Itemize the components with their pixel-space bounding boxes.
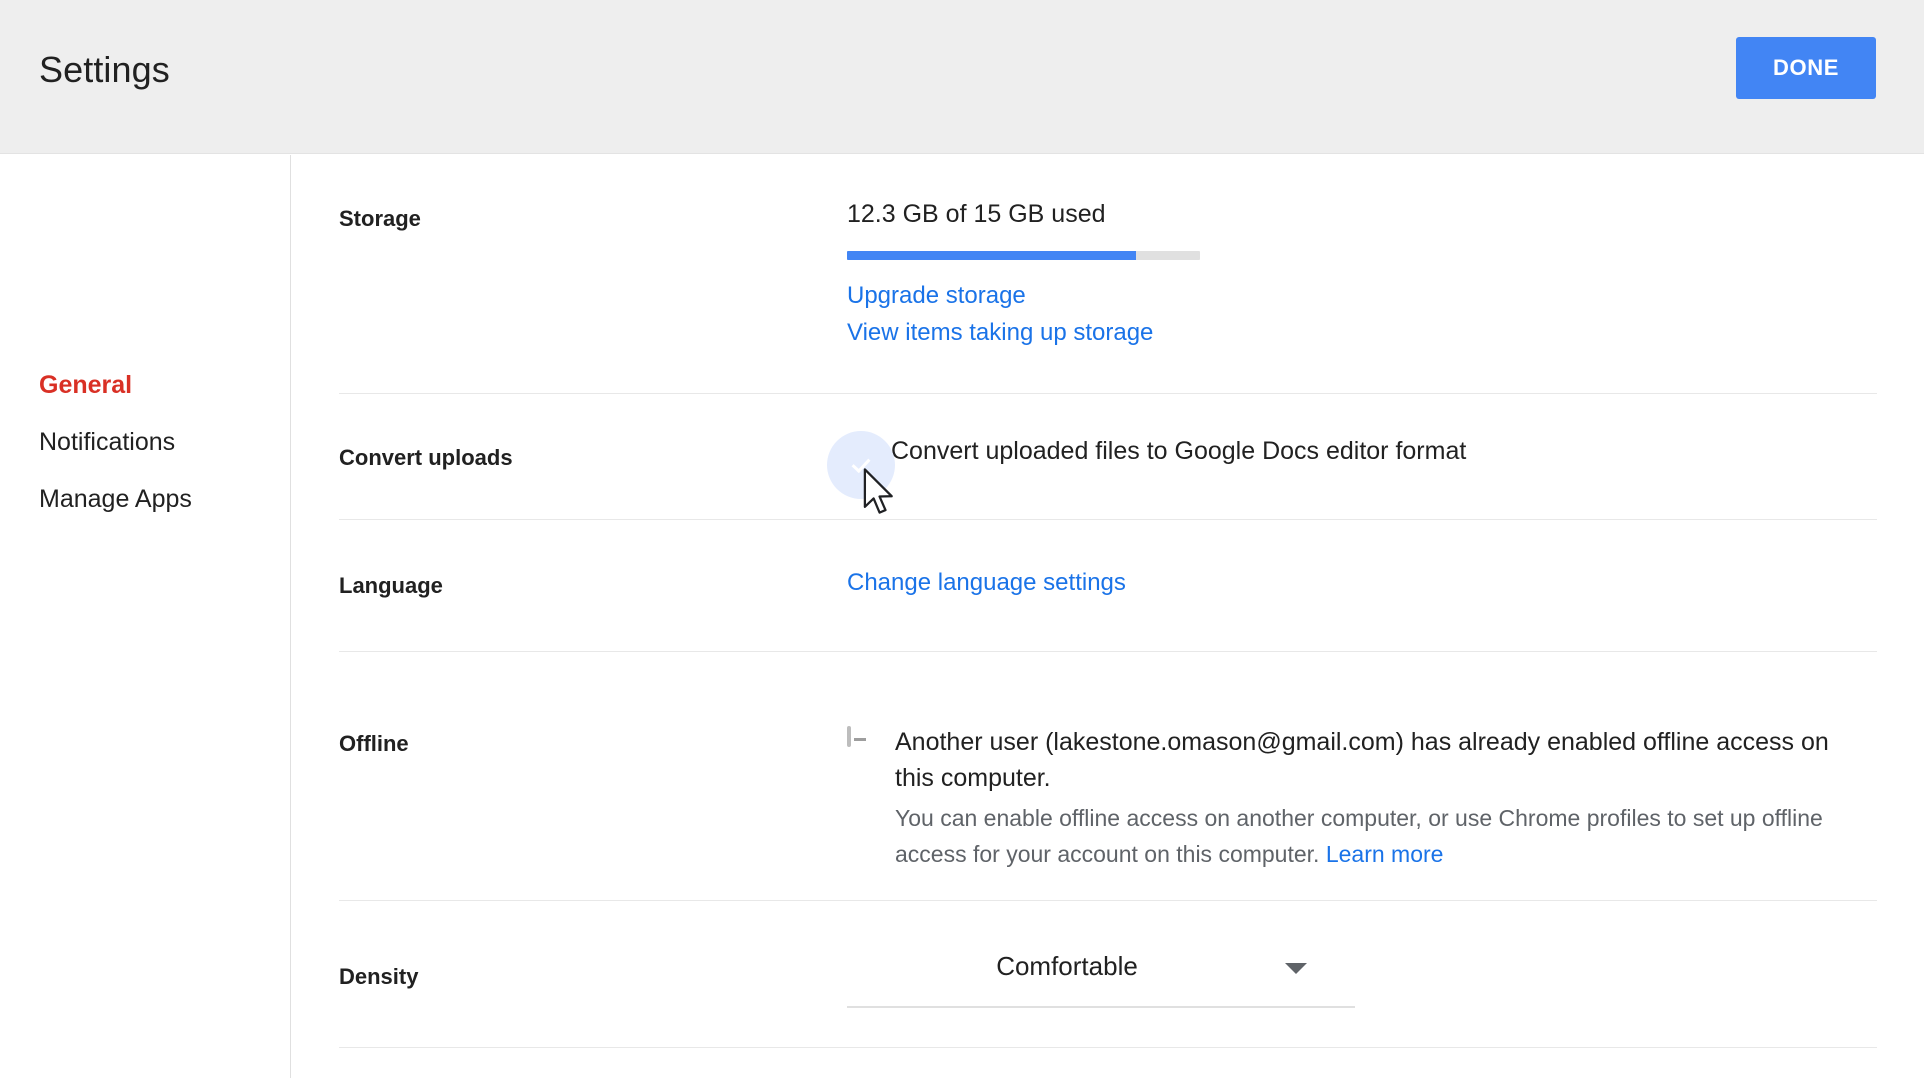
section-label-language: Language [339, 572, 443, 600]
storage-links: Upgrade storage View items taking up sto… [847, 277, 1200, 351]
settings-sidebar: General Notifications Manage Apps [0, 155, 291, 1078]
storage-usage-text: 12.3 GB of 15 GB used [847, 199, 1200, 229]
section-storage: Storage 12.3 GB of 15 GB used Upgrade st… [292, 155, 1924, 393]
offline-primary-text: Another user (lakestone.omason@gmail.com… [895, 724, 1855, 796]
sidebar-item-general[interactable]: General [39, 370, 132, 400]
language-content: Change language settings [847, 564, 1126, 601]
offline-content: Another user (lakestone.omason@gmail.com… [847, 724, 1855, 872]
density-content: Comfortable [847, 949, 1355, 1011]
section-language: Language Change language settings [292, 520, 1924, 651]
storage-content: 12.3 GB of 15 GB used Upgrade storage Vi… [847, 199, 1200, 351]
convert-uploads-label: Convert uploaded files to Google Docs ed… [891, 436, 1466, 466]
section-label-density: Density [339, 963, 418, 991]
checkbox-indeterminate-icon [847, 726, 851, 747]
page-title: Settings [39, 48, 170, 92]
density-dropdown[interactable]: Comfortable [847, 949, 1355, 1011]
view-items-storage-link[interactable]: View items taking up storage [847, 314, 1153, 351]
settings-main-panel: Storage 12.3 GB of 15 GB used Upgrade st… [292, 155, 1924, 1078]
change-language-settings-link[interactable]: Change language settings [847, 564, 1126, 601]
section-label-convert-uploads: Convert uploads [339, 444, 513, 472]
settings-header: Settings DONE [0, 0, 1924, 154]
section-label-storage: Storage [339, 205, 421, 233]
section-offline: Offline Another user (lakestone.omason@g… [292, 652, 1924, 900]
sidebar-item-notifications[interactable]: Notifications [39, 427, 175, 457]
done-button[interactable]: DONE [1736, 37, 1876, 99]
chevron-down-icon [1285, 963, 1307, 974]
density-underline [847, 1006, 1355, 1008]
section-density: Density Comfortable [292, 901, 1924, 1047]
storage-progress-bar [847, 251, 1200, 260]
density-selected-value: Comfortable [847, 949, 1287, 983]
offline-checkbox[interactable] [847, 728, 851, 746]
section-divider [339, 1047, 1877, 1048]
offline-text-block: Another user (lakestone.omason@gmail.com… [895, 724, 1855, 872]
section-convert-uploads: Convert uploads Convert uploaded files t… [292, 394, 1924, 519]
section-label-offline: Offline [339, 730, 409, 758]
convert-uploads-content: Convert uploaded files to Google Docs ed… [847, 436, 1466, 466]
offline-secondary-text: You can enable offline access on another… [895, 800, 1855, 872]
learn-more-link[interactable]: Learn more [1326, 841, 1444, 867]
sidebar-item-manage-apps[interactable]: Manage Apps [39, 484, 192, 514]
storage-progress-fill [847, 251, 1136, 260]
upgrade-storage-link[interactable]: Upgrade storage [847, 277, 1026, 314]
